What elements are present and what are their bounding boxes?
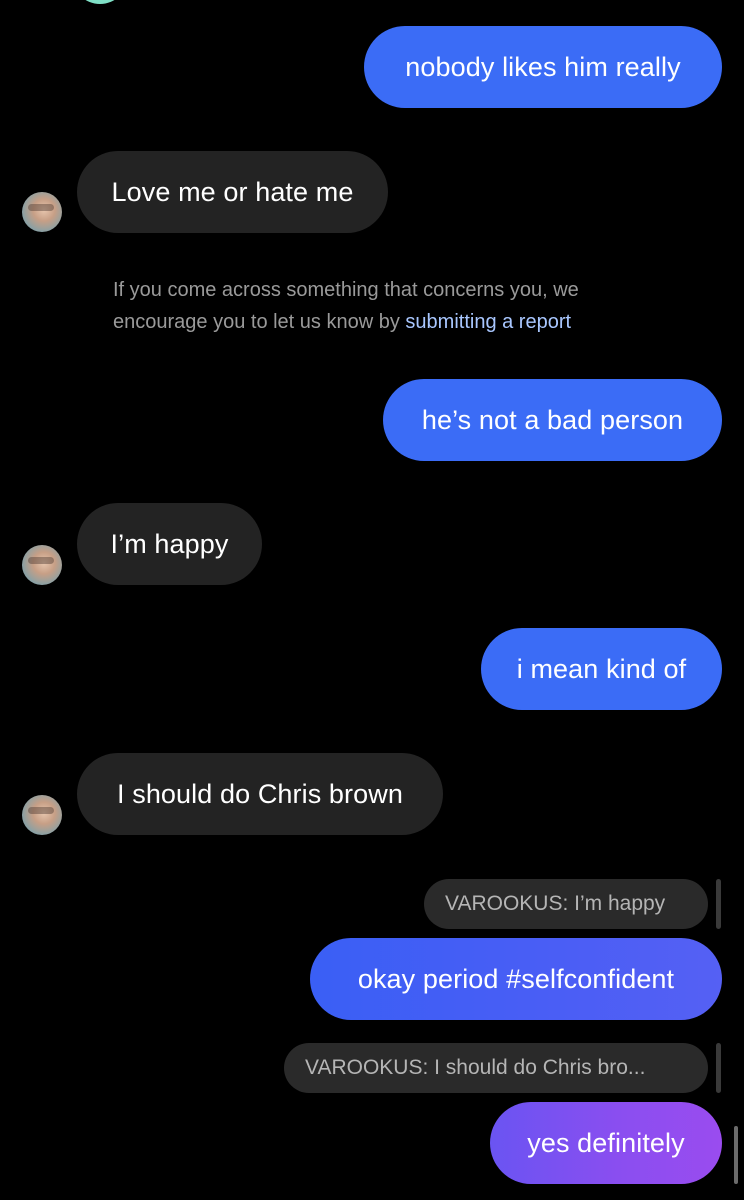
message-received-bubble[interactable]: I’m happy xyxy=(77,503,262,585)
reply-quote[interactable]: VAROOKUS: I should do Chris bro... xyxy=(284,1043,708,1093)
message-sent-bubble[interactable]: yes definitely xyxy=(490,1102,722,1184)
scrollbar[interactable] xyxy=(734,1126,738,1184)
reply-quote[interactable]: VAROOKUS: I’m happy xyxy=(424,879,708,929)
reply-indicator-bar xyxy=(716,879,721,929)
message-text: I should do Chris brown xyxy=(117,778,403,809)
message-text: he’s not a bad person xyxy=(421,404,684,435)
safety-notice: If you come across something that concer… xyxy=(113,274,673,338)
message-sent-bubble[interactable]: he’s not a bad person xyxy=(383,379,722,461)
avatar[interactable] xyxy=(22,545,62,585)
message-text: okay period #selfconfident xyxy=(357,963,675,994)
message-text: i mean kind of xyxy=(516,653,687,684)
message-received-bubble[interactable]: I should do Chris brown xyxy=(77,753,443,835)
message-text: nobody likes him really xyxy=(405,51,681,82)
message-text: yes definitely xyxy=(527,1127,685,1158)
top-avatar xyxy=(72,0,128,4)
avatar[interactable] xyxy=(22,795,62,835)
reply-quote-text: VAROOKUS: I should do Chris bro... xyxy=(305,1056,646,1079)
reply-indicator-bar xyxy=(716,1043,721,1093)
submit-report-link[interactable]: submitting a report xyxy=(405,311,571,333)
message-text: Love me or hate me xyxy=(111,176,354,207)
reply-quote-text: VAROOKUS: I’m happy xyxy=(445,892,666,915)
message-sent-bubble[interactable]: i mean kind of xyxy=(481,628,722,710)
message-sent-bubble[interactable]: nobody likes him really xyxy=(364,26,722,108)
avatar[interactable] xyxy=(22,192,62,232)
message-sent-bubble[interactable]: okay period #selfconfident xyxy=(310,938,722,1020)
message-received-bubble[interactable]: Love me or hate me xyxy=(77,151,388,233)
message-text: I’m happy xyxy=(110,528,229,559)
